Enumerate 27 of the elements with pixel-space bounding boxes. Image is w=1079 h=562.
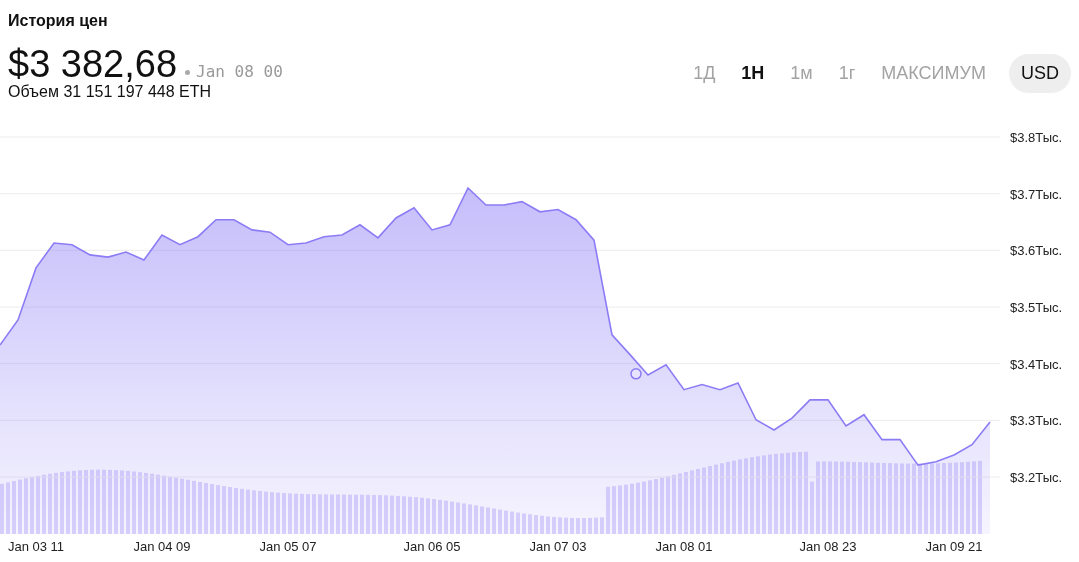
- axis-label: $3.4Тыс.: [1010, 356, 1063, 372]
- price-time: Jan 08 00: [196, 62, 283, 81]
- range-tab[interactable]: 1Н: [730, 57, 776, 90]
- axis-label: Jan 05 07: [259, 539, 317, 554]
- currency-button[interactable]: USD: [1009, 54, 1071, 93]
- range-tab[interactable]: МАКСИМУМ: [870, 57, 997, 90]
- axis-label: $3.5Тыс.: [1010, 300, 1063, 315]
- axis-label: Jan 03 11: [7, 539, 65, 554]
- range-tab[interactable]: 1Д: [682, 57, 727, 90]
- axis-label: Jan 07 03: [529, 539, 587, 554]
- axis-label: $3.8Тыс.: [1010, 130, 1063, 145]
- axis-label: Jan 04 09: [133, 539, 191, 554]
- hover-marker: [630, 368, 642, 380]
- axis-label: Jan 08 01: [655, 539, 713, 554]
- axis-label: $3.2Тыс.: [1010, 470, 1063, 485]
- axis-label: Jan 06 05: [403, 539, 461, 554]
- section-title: История цен: [8, 12, 108, 30]
- volume-text: Объем 31 151 197 448 ETH: [8, 83, 213, 101]
- price-value: $3 382,68: [8, 44, 178, 84]
- range-tab[interactable]: 1г: [827, 57, 867, 90]
- axis-label: $3.7Тыс.: [1010, 186, 1063, 202]
- axis-label: $3.3Тыс.: [1010, 413, 1063, 429]
- axis-label: $3.6Тыс.: [1010, 243, 1063, 259]
- axis-label: Jan 09 21: [925, 539, 983, 554]
- range-tab[interactable]: 1м: [779, 57, 824, 90]
- dot-icon: [185, 69, 191, 75]
- axis-label: Jan 08 23: [799, 539, 857, 554]
